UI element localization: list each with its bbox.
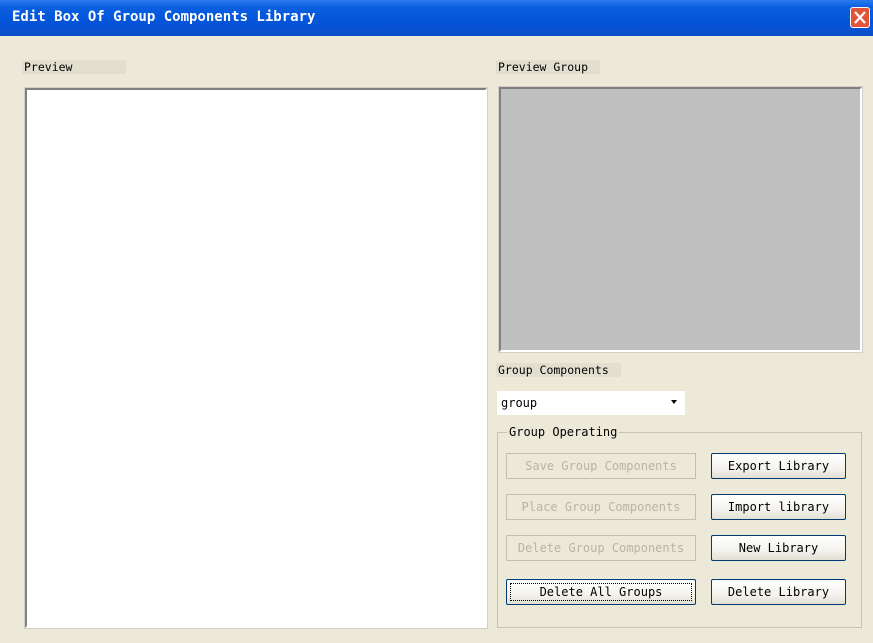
new-library-button[interactable]: New Library bbox=[711, 535, 846, 561]
place-group-components-button[interactable]: Place Group Components bbox=[506, 494, 696, 520]
dropdown-arrow-icon[interactable] bbox=[671, 400, 677, 404]
export-library-button[interactable]: Export Library bbox=[711, 453, 846, 479]
group-operating-title: Group Operating bbox=[507, 425, 620, 440]
group-components-label: Group Components bbox=[496, 363, 621, 377]
delete-library-button[interactable]: Delete Library bbox=[711, 579, 846, 605]
group-select-value: group bbox=[501, 396, 538, 410]
window-title: Edit Box Of Group Components Library bbox=[12, 9, 316, 25]
preview-group-label: Preview Group bbox=[496, 60, 601, 74]
preview-group-panel[interactable] bbox=[498, 86, 863, 353]
title-bar[interactable]: Edit Box Of Group Components Library bbox=[0, 0, 873, 36]
save-group-components-button[interactable]: Save Group Components bbox=[506, 453, 696, 479]
delete-all-groups-button[interactable]: Delete All Groups bbox=[506, 579, 696, 605]
preview-panel[interactable] bbox=[24, 87, 488, 629]
group-select[interactable]: group bbox=[497, 391, 685, 415]
delete-group-components-button[interactable]: Delete Group Components bbox=[506, 535, 696, 561]
preview-label: Preview bbox=[22, 60, 126, 74]
close-button[interactable] bbox=[850, 7, 870, 28]
close-icon bbox=[854, 11, 866, 24]
import-library-button[interactable]: Import library bbox=[711, 494, 846, 520]
